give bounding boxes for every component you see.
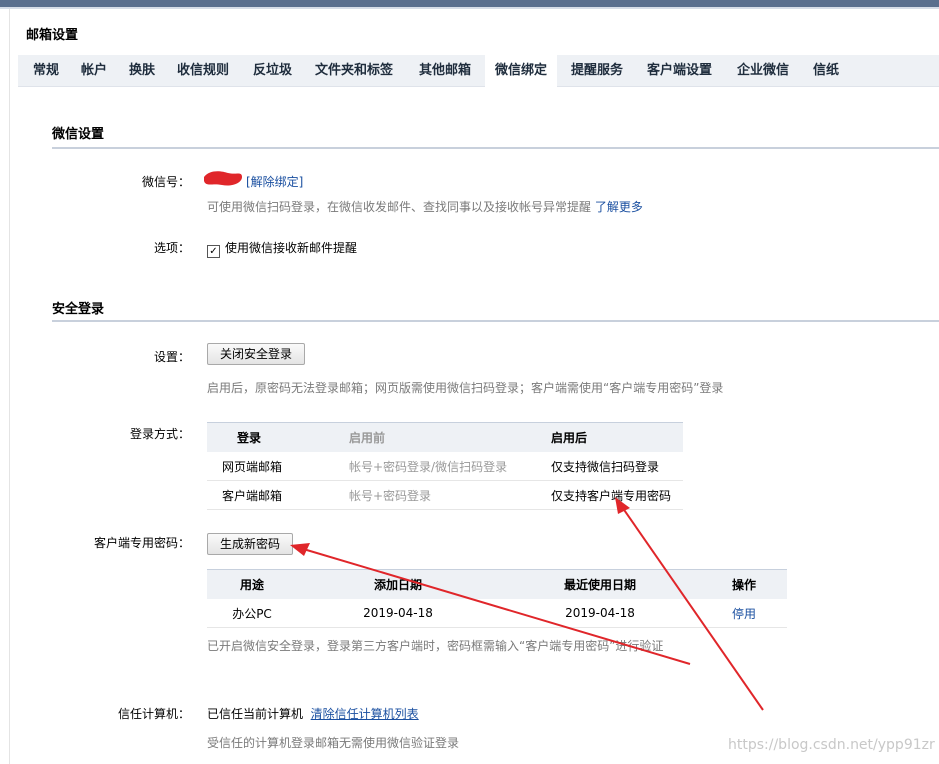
- annotation-arrows: [290, 497, 764, 711]
- arrow-to-client-password-text: [619, 503, 764, 711]
- arrowhead-icon: [290, 543, 310, 556]
- watermark: https://blog.csdn.net/ypp91zr: [728, 737, 935, 753]
- arrowhead-icon: [615, 497, 630, 514]
- arrow-to-generate-button: [299, 547, 691, 665]
